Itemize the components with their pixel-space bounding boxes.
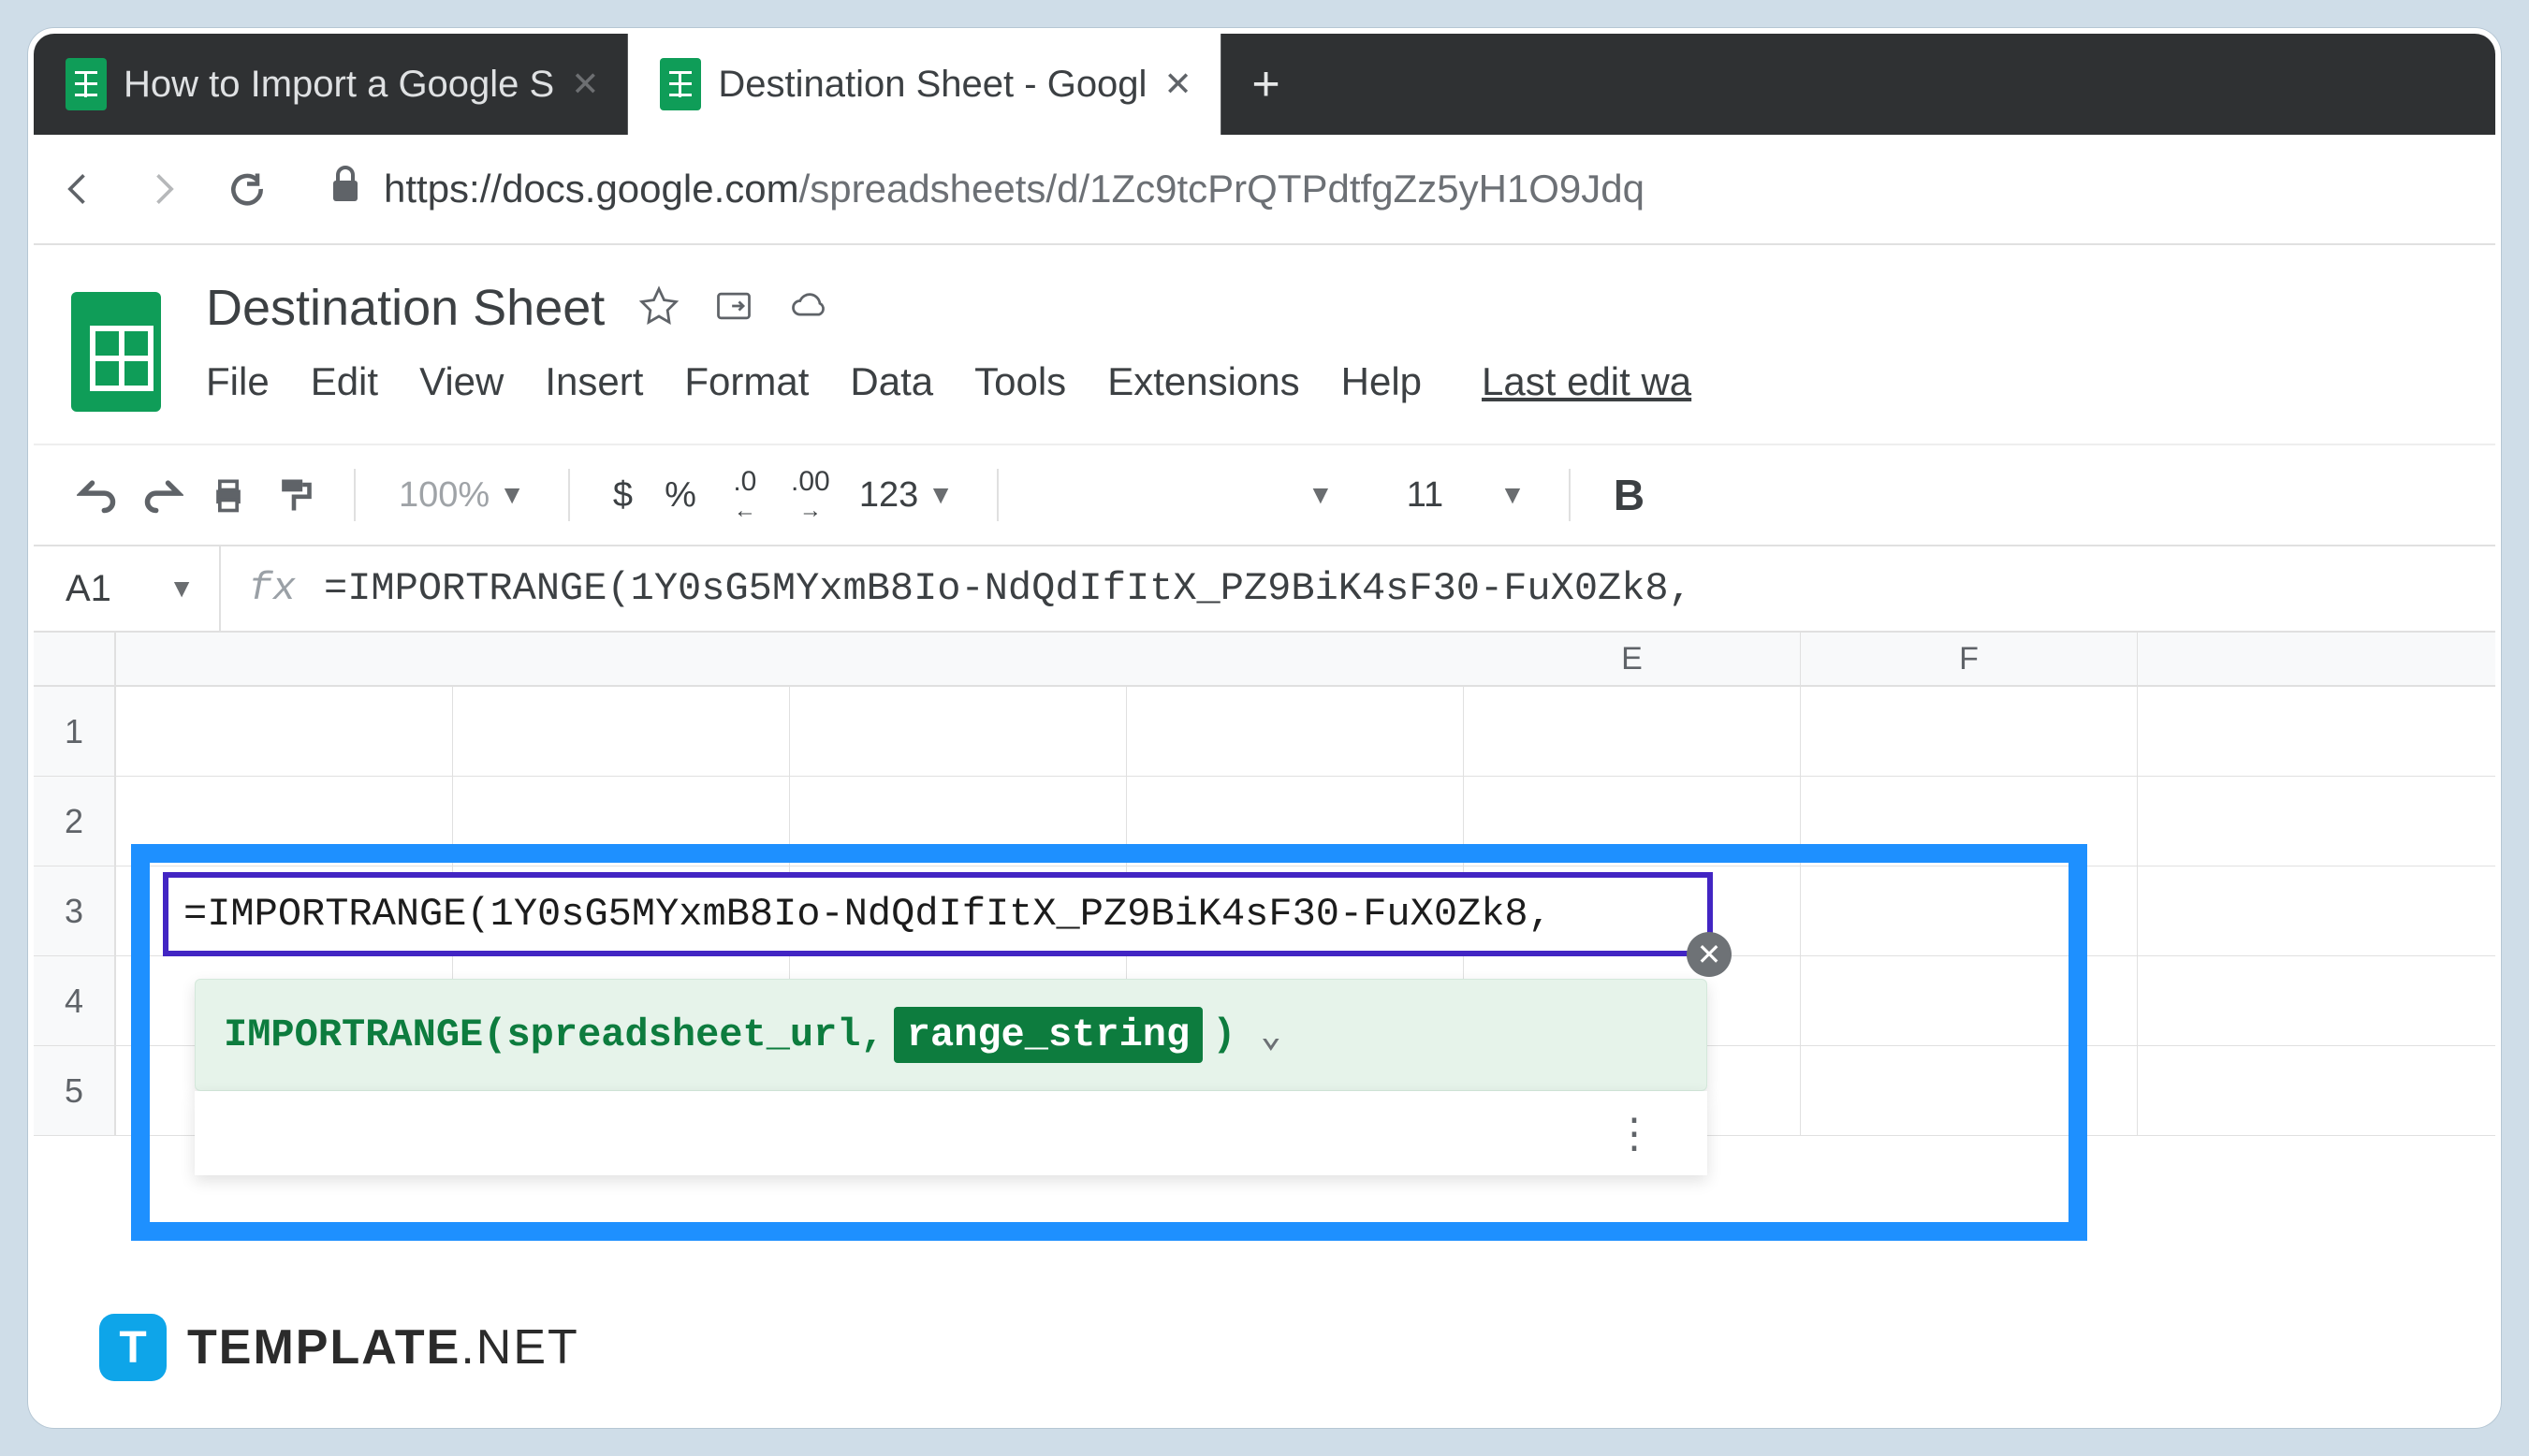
lock-icon: [329, 166, 361, 212]
cell[interactable]: [453, 687, 790, 776]
cell[interactable]: [790, 687, 1127, 776]
reload-button[interactable]: [217, 159, 277, 219]
forward-button[interactable]: [133, 159, 193, 219]
cell[interactable]: [116, 687, 453, 776]
sheets-header: Destination Sheet File Edit View Inse: [34, 245, 2495, 412]
sheets-icon: [66, 58, 107, 110]
toolbar: 100%▼ $ % .0← .00→ 123▼ ▼ 11 ▼: [34, 444, 2495, 546]
url-prefix: https://: [384, 167, 502, 211]
row-header[interactable]: 3: [34, 866, 116, 955]
more-icon[interactable]: ⋮: [1614, 1110, 1655, 1158]
row-header[interactable]: 2: [34, 777, 116, 866]
cell[interactable]: [1127, 687, 1464, 776]
menu-insert[interactable]: Insert: [545, 359, 643, 404]
watermark-suffix: .NET: [460, 1320, 578, 1375]
chevron-down-icon[interactable]: ⌄: [1260, 1013, 1281, 1057]
row-header[interactable]: 5: [34, 1046, 116, 1135]
star-icon[interactable]: [638, 285, 680, 331]
hint-fn-name: IMPORTRANGE(: [224, 1012, 506, 1057]
hint-param-active: range_string: [894, 1007, 1203, 1063]
chevron-down-icon: ▼: [168, 574, 195, 604]
row-header[interactable]: 4: [34, 956, 116, 1045]
close-icon[interactable]: ✕: [571, 65, 599, 104]
zoom-dropdown[interactable]: 100%▼: [389, 475, 534, 516]
formula-bar: A1 ▼ fx =IMPORTRANGE(1Y0sG5MYxmB8Io-NdQd…: [34, 546, 2495, 633]
number-format-dropdown[interactable]: 123▼: [850, 475, 963, 516]
url-host: docs.google.com: [502, 167, 799, 211]
new-tab-button[interactable]: +: [1221, 34, 1311, 135]
font-dropdown-caret[interactable]: ▼: [1308, 480, 1334, 510]
menu-view[interactable]: View: [419, 359, 504, 404]
url-bar[interactable]: https://docs.google.com/spreadsheets/d/1…: [301, 166, 2480, 212]
decrease-decimals-button[interactable]: .0←: [719, 469, 771, 521]
select-all-corner[interactable]: [34, 633, 116, 685]
back-button[interactable]: [49, 159, 109, 219]
col-header[interactable]: F: [1801, 633, 2138, 685]
hint-sep: ,: [861, 1012, 884, 1057]
tab-label: How to Import a Google S: [124, 64, 554, 106]
last-edit-link[interactable]: Last edit wa: [1482, 359, 1691, 404]
sheets-logo[interactable]: [71, 292, 161, 412]
hint-close: ): [1212, 1012, 1235, 1057]
menu-extensions[interactable]: Extensions: [1107, 359, 1299, 404]
close-icon[interactable]: ✕: [1687, 932, 1732, 977]
browser-tab-bar: How to Import a Google S ✕ Destination S…: [34, 34, 2495, 135]
hint-param: spreadsheet_url: [506, 1012, 860, 1057]
chevron-down-icon: ▼: [928, 480, 954, 510]
browser-tab-active[interactable]: Destination Sheet - Googl ✕: [628, 34, 1221, 135]
close-icon[interactable]: ✕: [1163, 65, 1191, 104]
formula-input[interactable]: =IMPORTRANGE(1Y0sG5MYxmB8Io-NdQdIfItX_PZ…: [324, 566, 1692, 611]
chevron-down-icon: ▼: [499, 480, 525, 510]
menu-data[interactable]: Data: [850, 359, 933, 404]
currency-button[interactable]: $: [604, 475, 642, 516]
sheets-icon: [660, 58, 701, 110]
col-header[interactable]: E: [1464, 633, 1801, 685]
document-title[interactable]: Destination Sheet: [206, 279, 605, 337]
percent-button[interactable]: %: [655, 475, 706, 516]
row-header[interactable]: 1: [34, 687, 116, 776]
menu-bar: File Edit View Insert Format Data Tools …: [206, 359, 1691, 404]
watermark: T TEMPLATE.NET: [99, 1314, 579, 1381]
watermark-brand: TEMPLATE: [187, 1320, 460, 1375]
formula-hint-footer: ⋮: [195, 1091, 1707, 1175]
move-icon[interactable]: [713, 285, 754, 331]
cell[interactable]: [1801, 687, 2138, 776]
menu-tools[interactable]: Tools: [974, 359, 1066, 404]
watermark-badge: T: [99, 1314, 167, 1381]
cloud-status-icon[interactable]: [788, 285, 829, 331]
menu-format[interactable]: Format: [684, 359, 809, 404]
cell-editor[interactable]: =IMPORTRANGE(1Y0sG5MYxmB8Io-NdQdIfItX_PZ…: [163, 872, 1713, 956]
bold-button[interactable]: B: [1604, 470, 1654, 520]
paint-format-button[interactable]: [268, 469, 320, 521]
chevron-down-icon: ▼: [1499, 480, 1526, 510]
browser-tab-inactive[interactable]: How to Import a Google S ✕: [34, 34, 628, 135]
print-button[interactable]: [202, 469, 255, 521]
increase-decimals-button[interactable]: .00→: [784, 469, 837, 521]
menu-edit[interactable]: Edit: [311, 359, 378, 404]
menu-help[interactable]: Help: [1341, 359, 1422, 404]
undo-button[interactable]: [71, 469, 124, 521]
url-path: /spreadsheets/d/1Zc9tcPrQTPdtfgZz5yH1O9J…: [799, 167, 1645, 211]
name-box[interactable]: A1 ▼: [34, 546, 221, 631]
fx-label: fx: [221, 566, 324, 611]
font-size-dropdown[interactable]: 11 ▼: [1397, 475, 1535, 516]
tab-label: Destination Sheet - Googl: [718, 64, 1147, 106]
redo-button[interactable]: [137, 469, 189, 521]
address-bar: https://docs.google.com/spreadsheets/d/1…: [34, 135, 2495, 245]
formula-hint: IMPORTRANGE(spreadsheet_url, range_strin…: [195, 979, 1707, 1091]
cell[interactable]: [1464, 687, 1801, 776]
menu-file[interactable]: File: [206, 359, 270, 404]
